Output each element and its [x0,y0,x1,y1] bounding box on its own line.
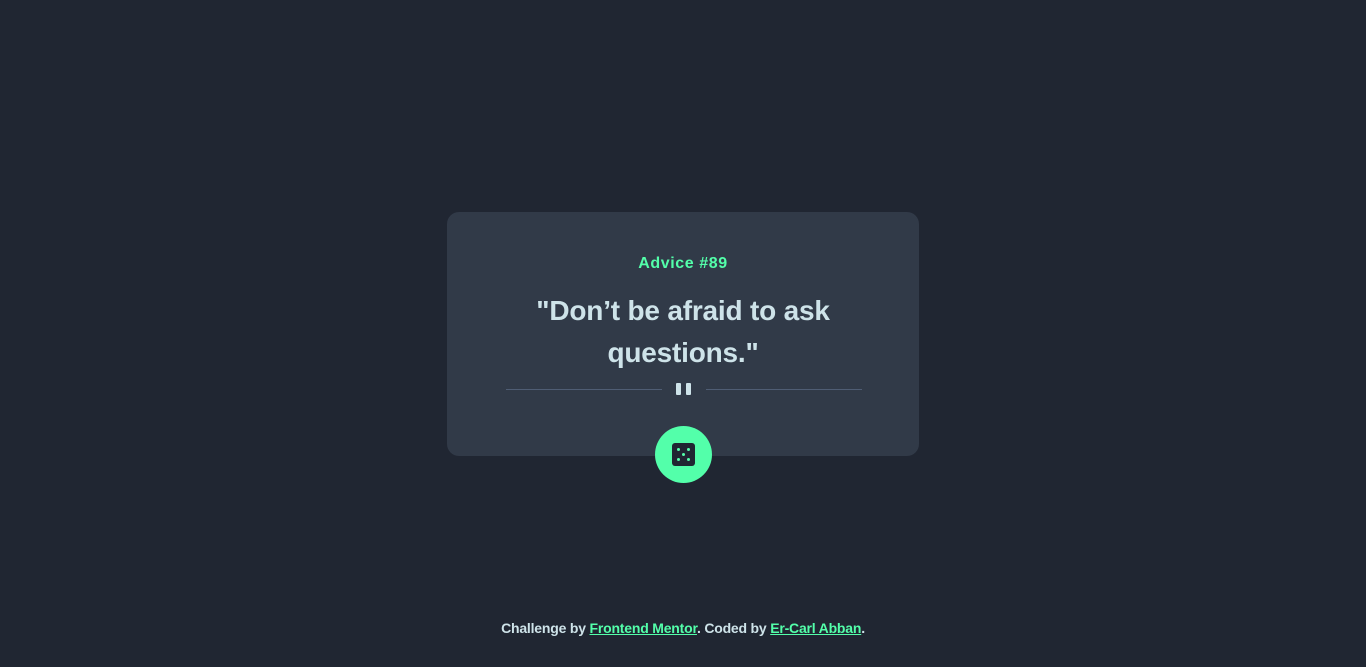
page: Advice #89 "Don’t be afraid to ask quest… [0,0,1366,667]
author-link[interactable]: Er-Carl Abban [770,620,861,636]
advice-number: Advice #89 [638,255,728,272]
divider-line-left [506,389,662,390]
frontend-mentor-link[interactable]: Frontend Mentor [590,620,698,636]
pause-icon [675,383,693,397]
attribution-prefix: Challenge by [501,620,586,636]
attribution: Challenge by Frontend Mentor. Coded by E… [0,620,1366,636]
new-advice-button[interactable] [655,426,712,483]
dice-icon [672,443,695,466]
attribution-suffix: . [861,620,865,636]
advice-card: Advice #89 "Don’t be afraid to ask quest… [447,212,919,456]
divider [506,382,862,398]
divider-line-right [706,389,862,390]
advice-quote: "Don’t be afraid to ask questions." [536,295,830,368]
attribution-middle: . Coded by [696,620,767,636]
